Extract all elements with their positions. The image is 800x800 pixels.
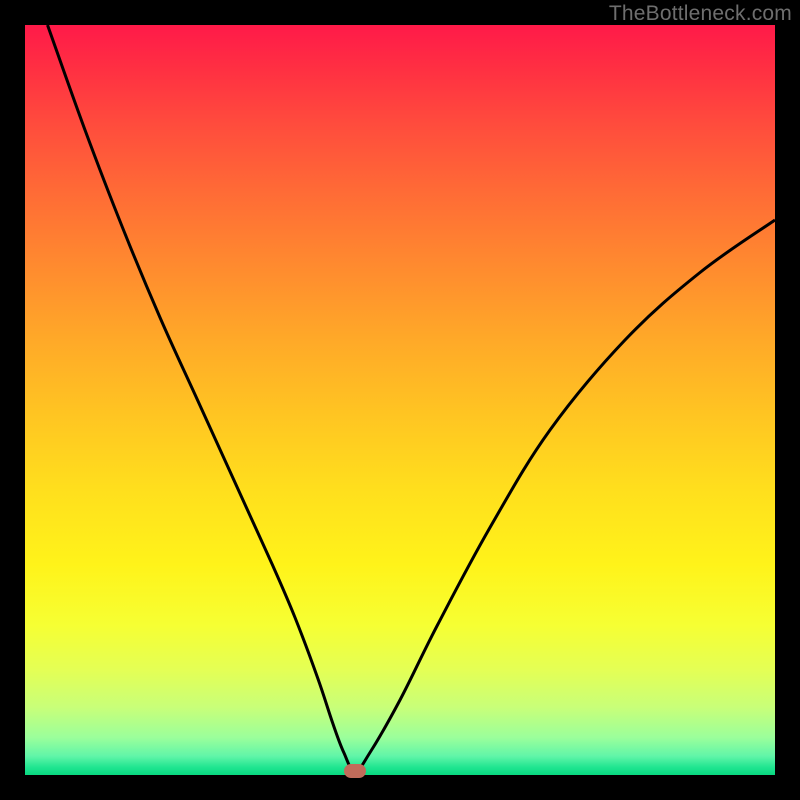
optimal-point-marker — [344, 764, 366, 778]
plot-area — [25, 25, 775, 775]
chart-frame: TheBottleneck.com — [0, 0, 800, 800]
curve-svg — [25, 25, 775, 775]
bottleneck-curve-path — [48, 25, 776, 771]
watermark-text: TheBottleneck.com — [609, 2, 792, 26]
